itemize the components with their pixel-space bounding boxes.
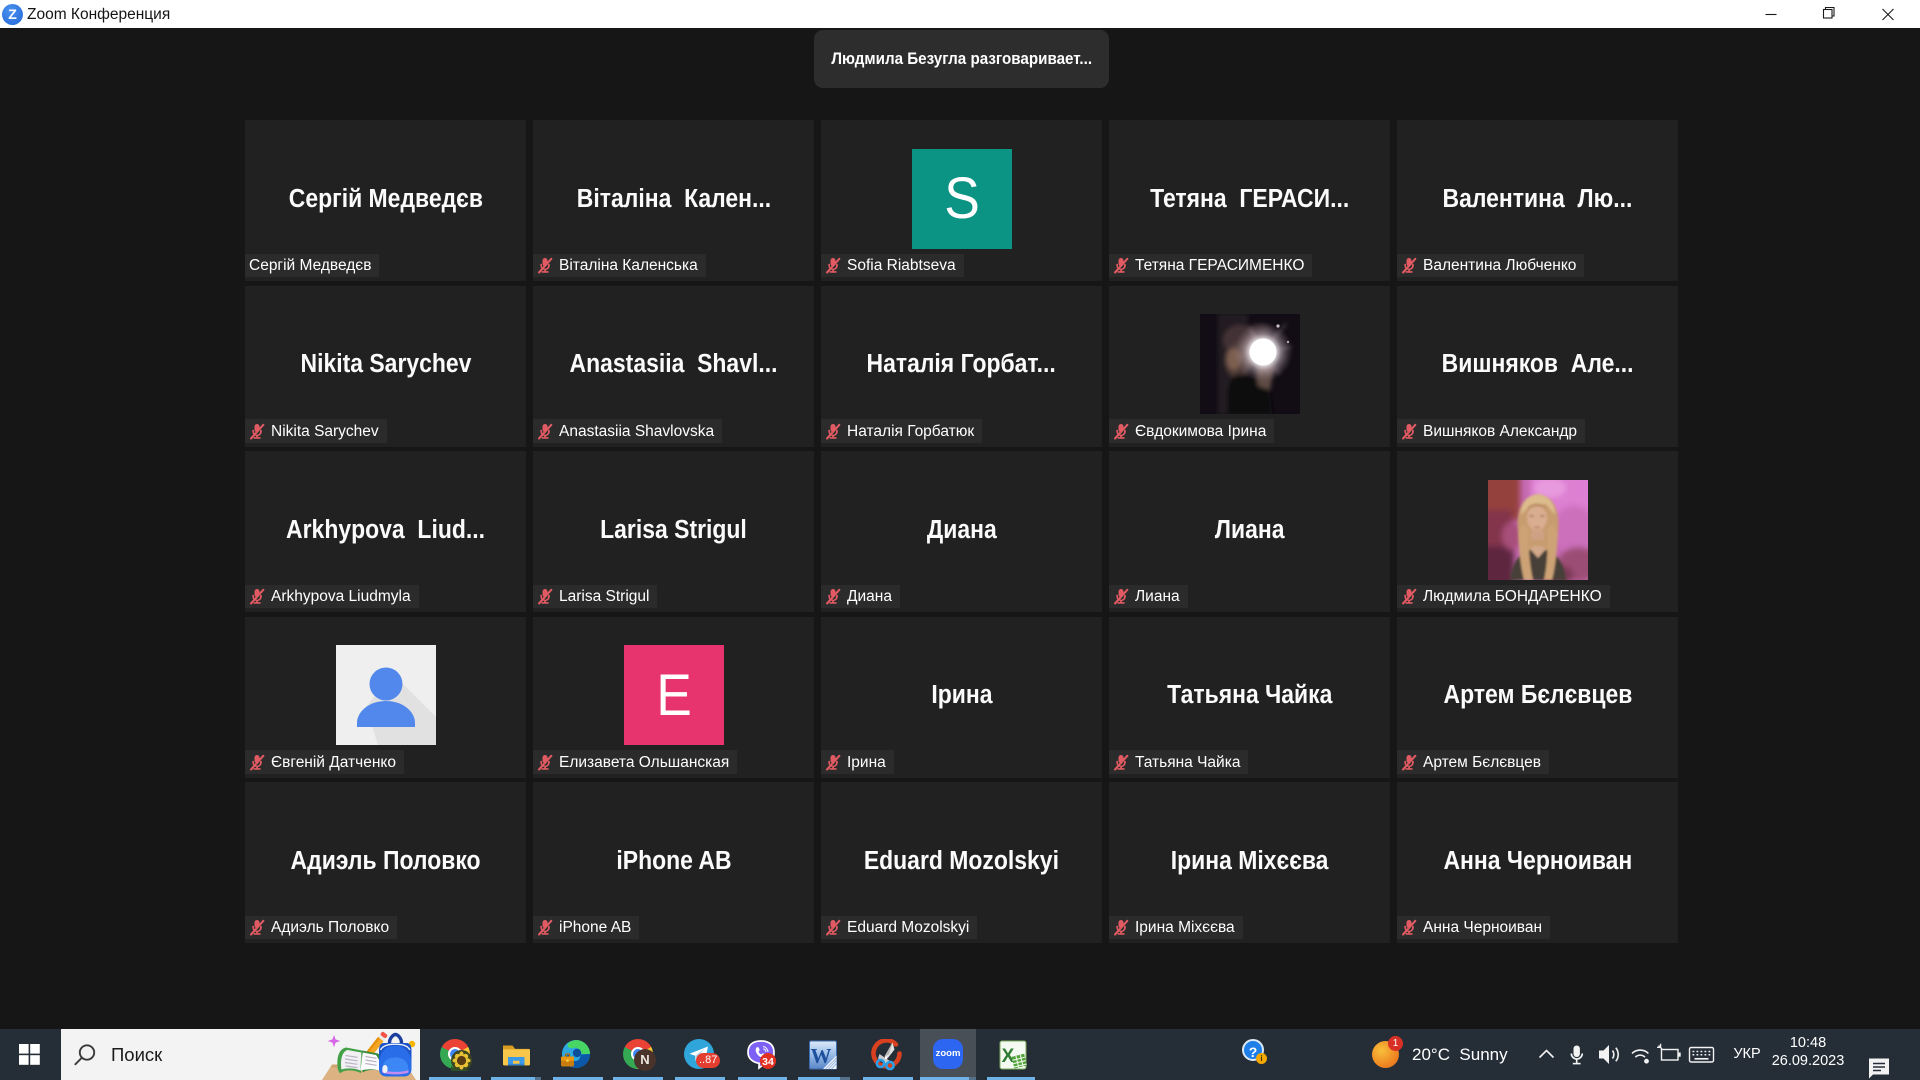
svg-text:X: X — [1002, 1046, 1015, 1067]
svg-text:34: 34 — [762, 1056, 774, 1068]
